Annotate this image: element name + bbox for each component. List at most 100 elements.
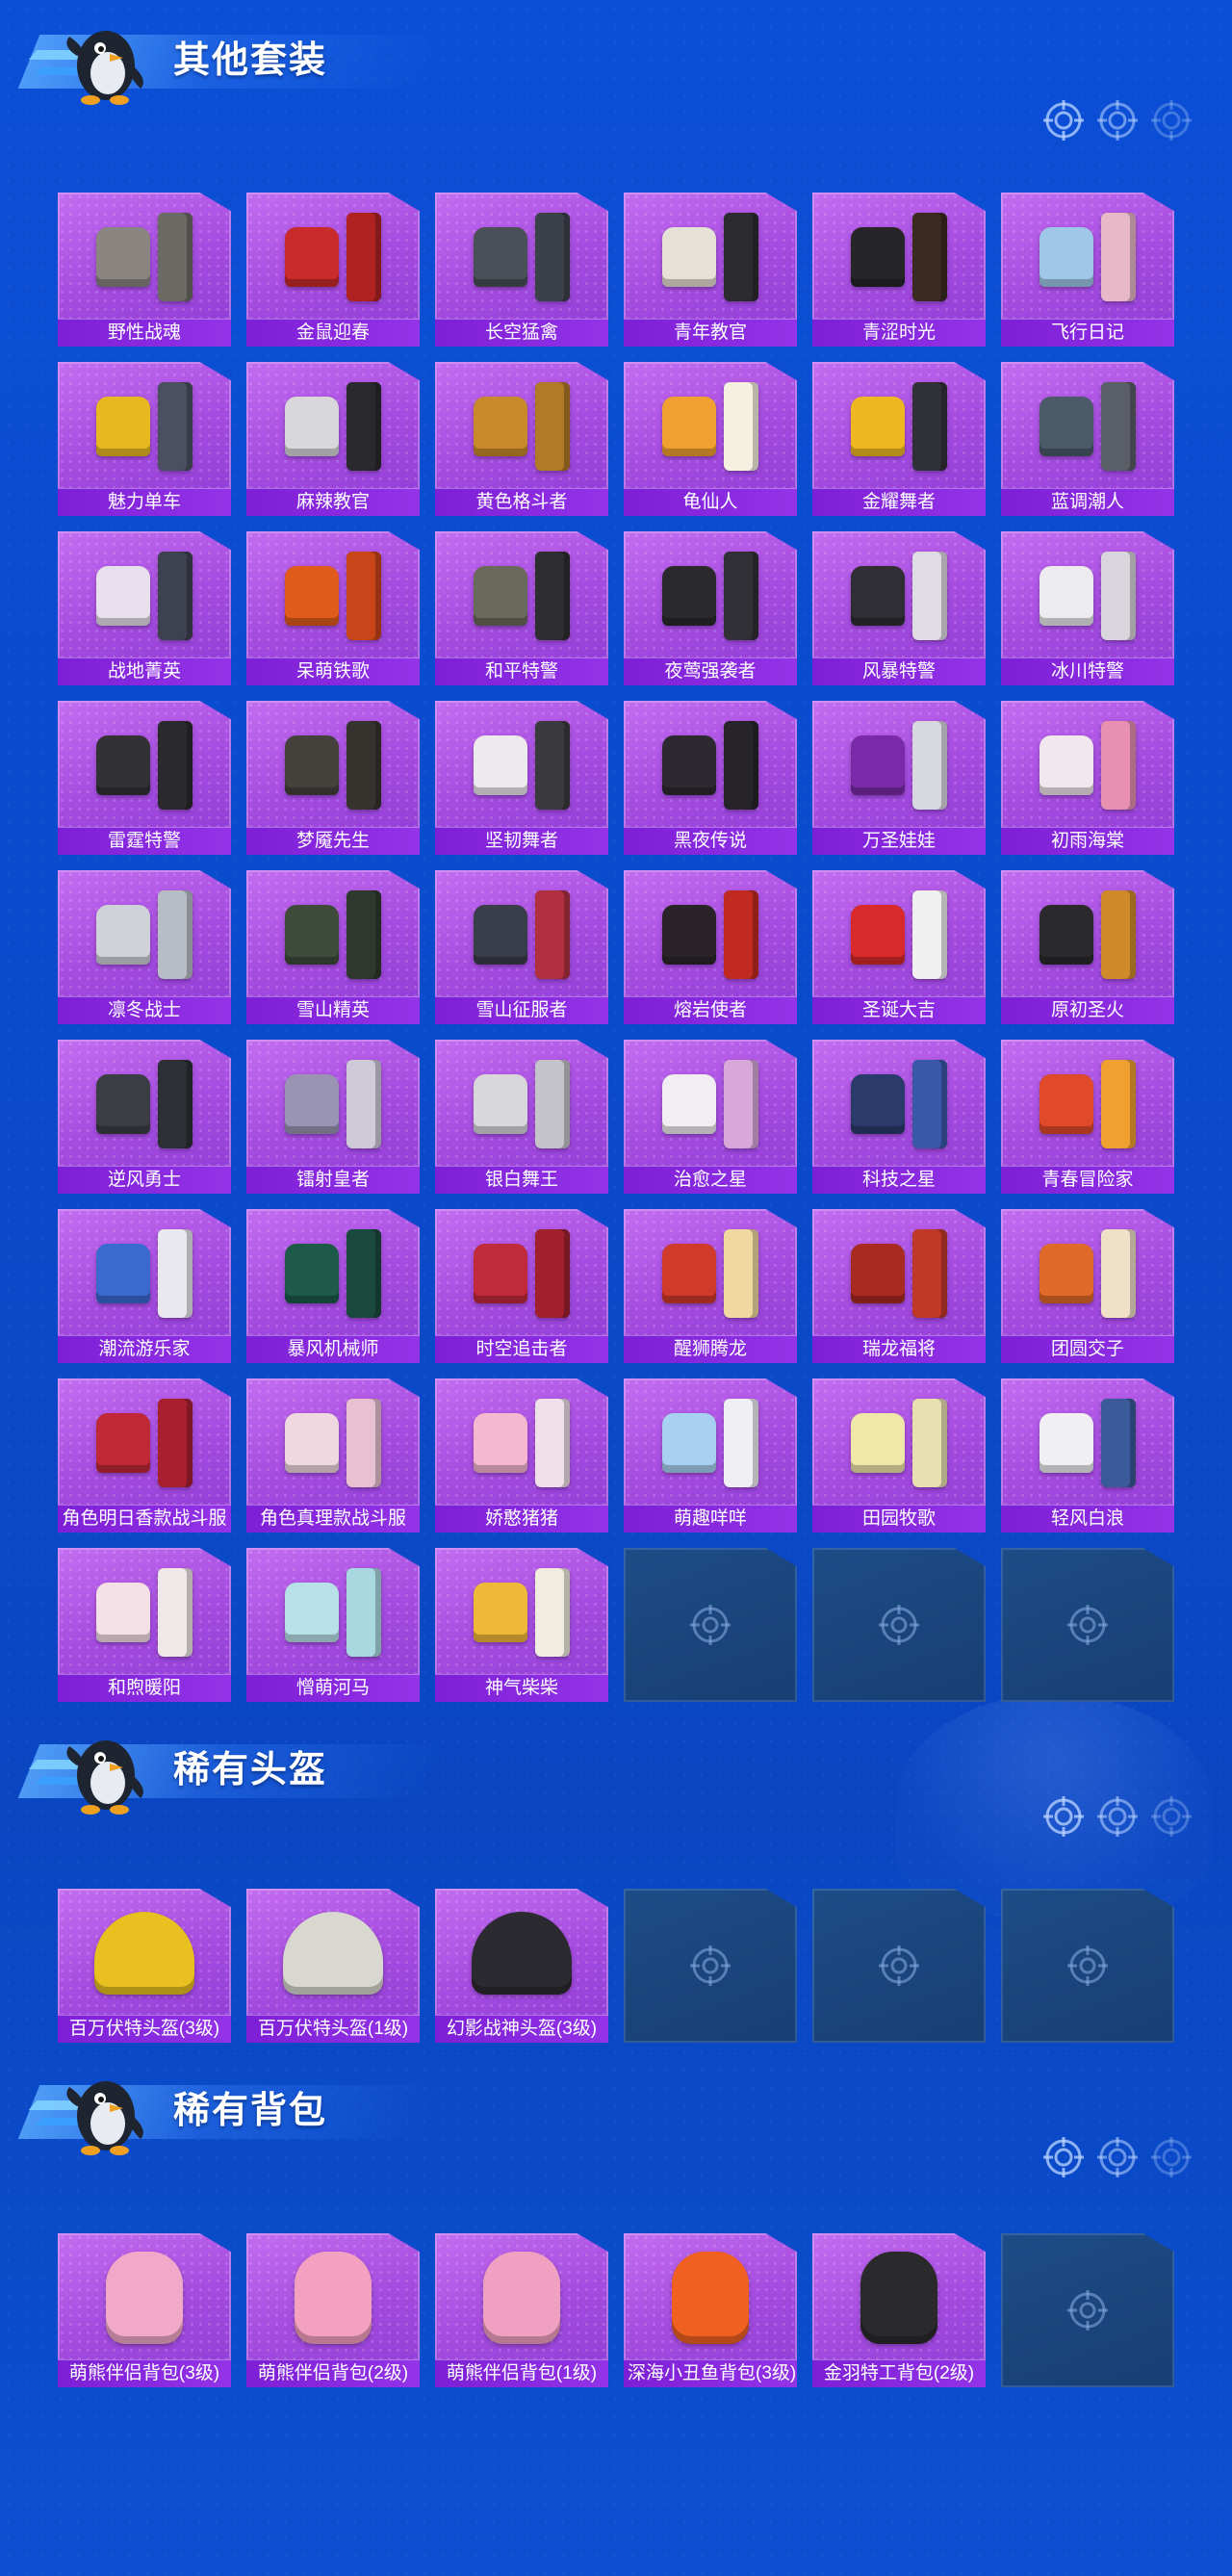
item-card[interactable]: 金羽特工背包(2级) (812, 2233, 986, 2387)
item-card[interactable]: 角色明日香款战斗服 (58, 1378, 231, 1533)
empty-slot (624, 1548, 797, 1702)
outfit-icon (266, 712, 400, 818)
item-name: 百万伏特头盔(1级) (257, 2019, 409, 2039)
item-card[interactable]: 逆风勇士 (58, 1040, 231, 1194)
item-card[interactable]: 凛冬战士 (58, 870, 231, 1024)
item-card[interactable]: 团圆交子 (1001, 1209, 1174, 1363)
outfit-icon (1020, 204, 1155, 310)
item-card[interactable]: 科技之星 (812, 1040, 986, 1194)
section-title: 其他套装 (173, 40, 328, 81)
item-card[interactable]: 黑夜传说 (624, 701, 797, 855)
item-card[interactable]: 金耀舞者 (812, 362, 986, 516)
item-card[interactable]: 深海小丑鱼背包(3级) (624, 2233, 797, 2387)
outfit-icon (77, 1559, 212, 1665)
section-title: 稀有背包 (173, 2091, 328, 2131)
item-card[interactable]: 雪山精英 (246, 870, 420, 1024)
crosshair-icon (690, 1945, 731, 1986)
item-name: 魅力单车 (107, 492, 181, 512)
item-card[interactable]: 银白舞王 (435, 1040, 608, 1194)
outfit-icon (77, 543, 212, 649)
item-card[interactable]: 夜莺强袭者 (624, 531, 797, 685)
outfit-icon (454, 1390, 589, 1496)
item-card[interactable]: 娇憨猪猪 (435, 1378, 608, 1533)
item-name: 冰川特警 (1050, 661, 1124, 682)
outfit-icon (454, 712, 589, 818)
item-card[interactable]: 角色真理款战斗服 (246, 1378, 420, 1533)
item-card[interactable]: 百万伏特头盔(3级) (58, 1889, 231, 2043)
crosshair-icon (1097, 2137, 1138, 2177)
outfit-icon (643, 204, 778, 310)
item-name: 田园牧歌 (861, 1508, 936, 1529)
item-card[interactable]: 风暴特警 (812, 531, 986, 685)
item-card[interactable]: 金鼠迎春 (246, 193, 420, 347)
item-card[interactable]: 和煦暖阳 (58, 1548, 231, 1702)
item-card[interactable]: 飞行日记 (1001, 193, 1174, 347)
item-name: 金羽特工背包(2级) (823, 2363, 975, 2383)
item-card[interactable]: 醒狮腾龙 (624, 1209, 797, 1363)
item-card[interactable]: 万圣娃娃 (812, 701, 986, 855)
item-grid: 百万伏特头盔(3级) 百万伏特头盔(1级) 幻影战神头盔(3级) (58, 1889, 1174, 2043)
item-card[interactable]: 萌熊伴侣背包(2级) (246, 2233, 420, 2387)
item-card[interactable]: 冰川特警 (1001, 531, 1174, 685)
penguin-mascot-icon (66, 31, 143, 105)
item-card[interactable]: 黄色格斗者 (435, 362, 608, 516)
helmet-icon (454, 1900, 589, 2006)
item-card[interactable]: 蓝调潮人 (1001, 362, 1174, 516)
item-name: 长空猛禽 (484, 322, 558, 343)
outfit-icon (77, 204, 212, 310)
item-card[interactable]: 时空追击者 (435, 1209, 608, 1363)
item-card[interactable]: 萌熊伴侣背包(3级) (58, 2233, 231, 2387)
item-card[interactable]: 长空猛禽 (435, 193, 608, 347)
item-card[interactable]: 和平特警 (435, 531, 608, 685)
item-card[interactable]: 轻风白浪 (1001, 1378, 1174, 1533)
item-name: 萌熊伴侣背包(1级) (446, 2363, 598, 2383)
item-card[interactable]: 雪山征服者 (435, 870, 608, 1024)
item-card[interactable]: 野性战魂 (58, 193, 231, 347)
item-name: 娇憨猪猪 (484, 1508, 558, 1529)
item-card[interactable]: 青春冒险家 (1001, 1040, 1174, 1194)
item-card[interactable]: 龟仙人 (624, 362, 797, 516)
item-grid: 野性战魂 金鼠迎春 长空猛禽 青年教官 青涩时光 飞行日记魅力单车 麻辣教官 黄色格斗者 龟仙人… (58, 193, 1174, 1702)
outfit-icon (266, 204, 400, 310)
item-name: 深海小丑鱼背包(3级) (628, 2363, 797, 2383)
item-card[interactable]: 治愈之星 (624, 1040, 797, 1194)
item-name: 呆萌铁歌 (295, 661, 370, 682)
empty-slot (1001, 1548, 1174, 1702)
item-card[interactable]: 原初圣火 (1001, 870, 1174, 1024)
item-card[interactable]: 幻影战神头盔(3级) (435, 1889, 608, 2043)
item-card[interactable]: 憎萌河马 (246, 1548, 420, 1702)
item-card[interactable]: 麻辣教官 (246, 362, 420, 516)
item-card[interactable]: 青涩时光 (812, 193, 986, 347)
crosshair-icon (1067, 1605, 1108, 1645)
outfit-icon (1020, 712, 1155, 818)
item-card[interactable]: 萌熊伴侣背包(1级) (435, 2233, 608, 2387)
crosshair-icon (690, 1605, 731, 1645)
item-card[interactable]: 暴风机械师 (246, 1209, 420, 1363)
item-card[interactable]: 坚韧舞者 (435, 701, 608, 855)
item-card[interactable]: 田园牧歌 (812, 1378, 986, 1533)
item-card[interactable]: 圣诞大吉 (812, 870, 986, 1024)
item-card[interactable]: 雷霆特警 (58, 701, 231, 855)
item-name: 凛冬战士 (107, 1000, 181, 1020)
item-card[interactable]: 初雨海棠 (1001, 701, 1174, 855)
outfit-icon (832, 882, 966, 988)
item-card[interactable]: 熔岩使者 (624, 870, 797, 1024)
item-card[interactable]: 萌趣咩咩 (624, 1378, 797, 1533)
item-name: 熔岩使者 (673, 1000, 747, 1020)
item-card[interactable]: 梦魇先生 (246, 701, 420, 855)
item-name: 暴风机械师 (287, 1339, 379, 1359)
item-card[interactable]: 镭射皇者 (246, 1040, 420, 1194)
item-name: 潮流游乐家 (98, 1339, 191, 1359)
item-name: 麻辣教官 (295, 492, 370, 512)
item-name: 角色明日香款战斗服 (62, 1508, 227, 1529)
item-card[interactable]: 瑞龙福将 (812, 1209, 986, 1363)
item-card[interactable]: 呆萌铁歌 (246, 531, 420, 685)
item-card[interactable]: 潮流游乐家 (58, 1209, 231, 1363)
item-card[interactable]: 战地菁英 (58, 531, 231, 685)
item-card[interactable]: 神气柴柴 (435, 1548, 608, 1702)
item-card[interactable]: 青年教官 (624, 193, 797, 347)
item-card[interactable]: 魅力单车 (58, 362, 231, 516)
item-name: 逆风勇士 (107, 1170, 181, 1190)
item-card[interactable]: 百万伏特头盔(1级) (246, 1889, 420, 2043)
outfit-icon (454, 543, 589, 649)
